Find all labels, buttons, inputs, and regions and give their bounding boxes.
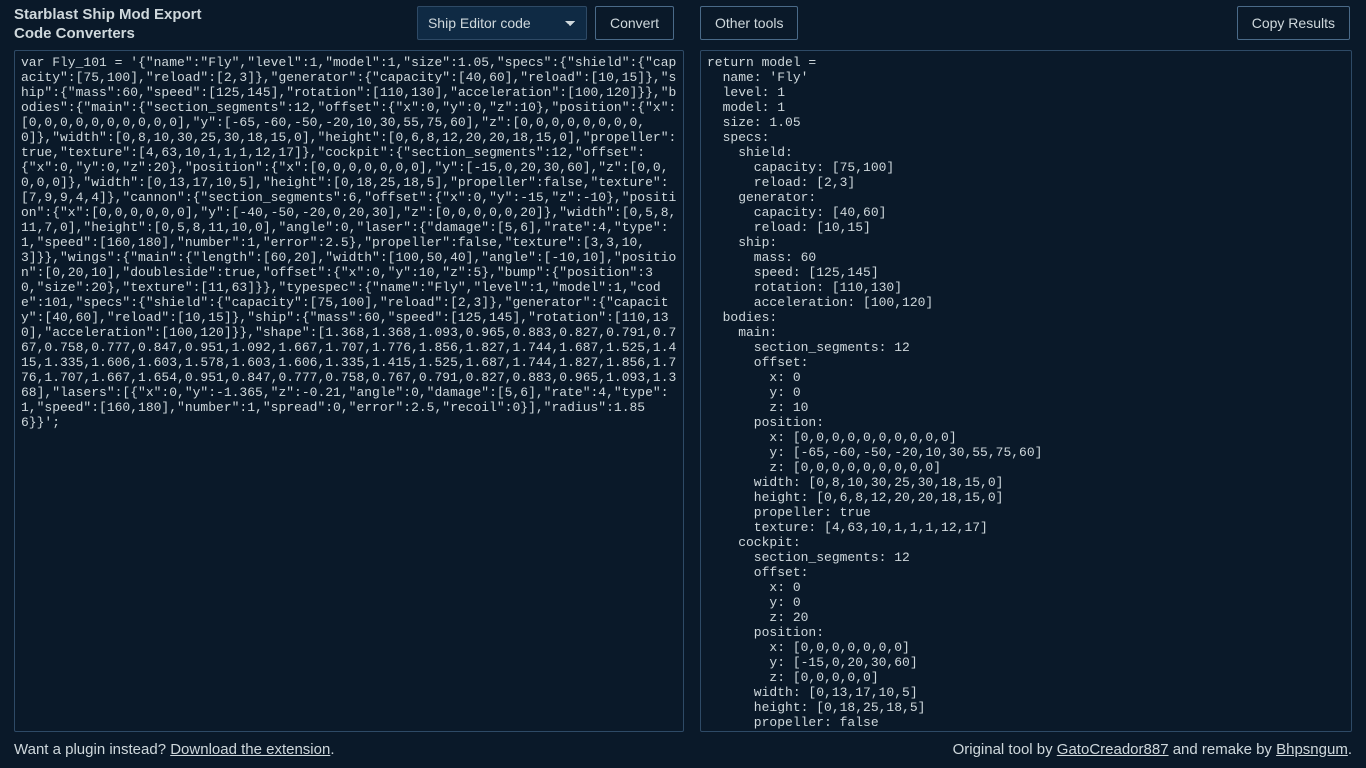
footer-right-mid: and remake by xyxy=(1169,741,1277,758)
copy-results-button[interactable]: Copy Results xyxy=(1237,6,1350,40)
footer-left: Want a plugin instead? Download the exte… xyxy=(14,741,335,758)
credit-link-2[interactable]: Bhpsngum xyxy=(1276,741,1348,758)
other-tools-button[interactable]: Other tools xyxy=(700,6,798,40)
footer-left-prefix: Want a plugin instead? xyxy=(14,741,170,758)
input-panel xyxy=(14,50,684,732)
footer-left-suffix: . xyxy=(330,741,334,758)
footer-right: Original tool by GatoCreador887 and rema… xyxy=(953,741,1352,758)
title-line-1: Starblast Ship Mod Export xyxy=(14,6,202,23)
footer-right-suffix: . xyxy=(1348,741,1352,758)
input-code-textarea[interactable] xyxy=(15,51,683,731)
footer: Want a plugin instead? Download the exte… xyxy=(0,736,1366,762)
output-code-view[interactable]: return model = name: 'Fly' level: 1 mode… xyxy=(701,51,1351,731)
format-dropdown[interactable]: Ship Editor code xyxy=(417,6,587,40)
page-title: Starblast Ship Mod Export Code Converter… xyxy=(14,6,202,44)
credit-link-1[interactable]: GatoCreador887 xyxy=(1057,741,1169,758)
title-line-2: Code Converters xyxy=(14,25,135,42)
convert-button[interactable]: Convert xyxy=(595,6,674,40)
download-extension-link[interactable]: Download the extension xyxy=(170,741,330,758)
footer-right-prefix: Original tool by xyxy=(953,741,1057,758)
output-panel: return model = name: 'Fly' level: 1 mode… xyxy=(700,50,1352,732)
